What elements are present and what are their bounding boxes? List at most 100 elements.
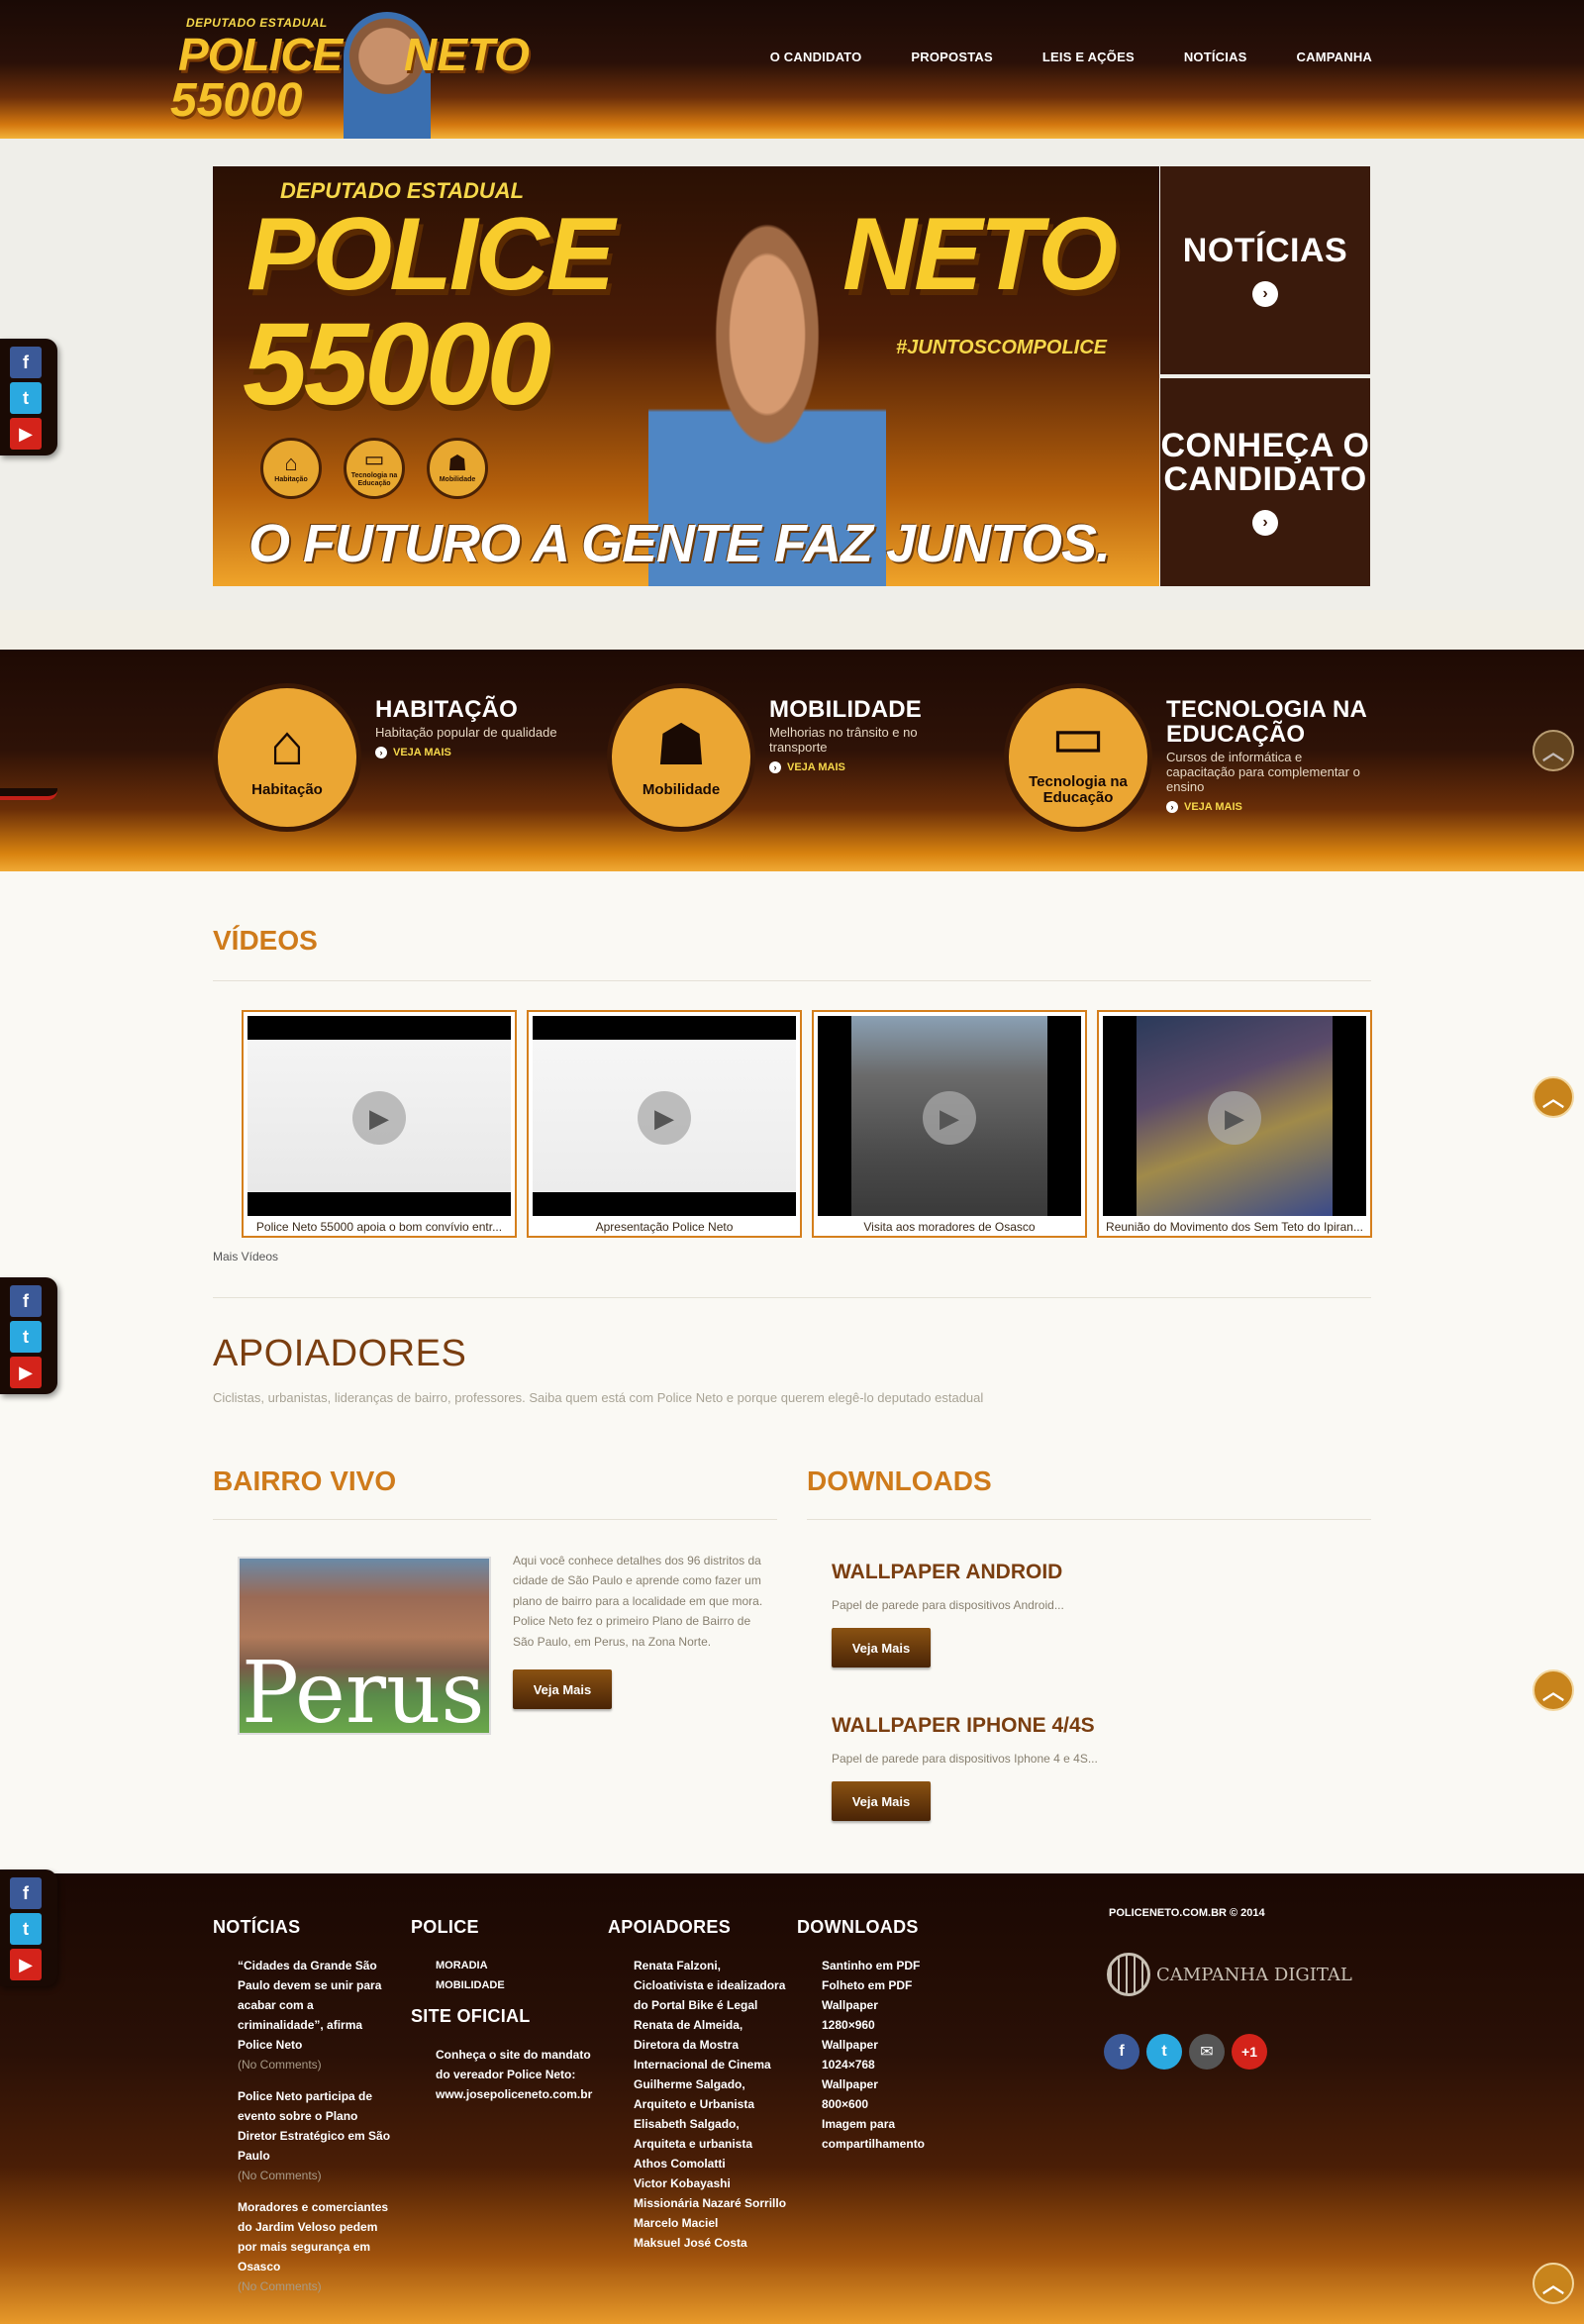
play-icon[interactable]: ▶ — [923, 1091, 976, 1145]
supporter-line[interactable]: Missionária Nazaré Sorrillo — [634, 2193, 786, 2213]
twitter-icon[interactable]: t — [10, 1913, 42, 1945]
footer-site-text[interactable]: Conheça o site do mandato do vereador Po… — [436, 2045, 594, 2104]
facebook-icon[interactable]: f — [10, 1285, 42, 1317]
hero-icon-habitacao: ⌂ Habitação — [260, 438, 322, 499]
feature-circle[interactable]: ▭ Tecnologia na Educação — [1004, 683, 1152, 832]
supporter-line[interactable]: Renata de Almeida, — [634, 2015, 786, 2035]
download-link[interactable]: 800×600 — [822, 2094, 925, 2114]
play-icon[interactable]: ▶ — [1208, 1091, 1261, 1145]
bairro-image[interactable]: Perus — [238, 1557, 491, 1735]
supporter-line[interactable]: Diretora da Mostra — [634, 2035, 786, 2055]
house-icon: ⌂ — [269, 712, 305, 777]
footer-news-item[interactable]: Police Neto participa de evento sobre o … — [238, 2086, 396, 2185]
footer-news-list: “Cidades da Grande São Paulo devem se un… — [238, 1956, 396, 2308]
video-card[interactable]: ▶ Reunião do Movimento dos Sem Teto do I… — [1097, 1010, 1372, 1238]
divider — [213, 980, 1371, 981]
supporter-line[interactable]: Arquiteto e Urbanista — [634, 2094, 786, 2114]
footer-link-moradia[interactable]: MORADIA — [436, 1956, 505, 1975]
footer-title-apoiadores: APOIADORES — [608, 1917, 732, 1937]
feature-circle[interactable]: ⌂ Habitação — [213, 683, 361, 832]
facebook-icon[interactable]: f — [1104, 2034, 1139, 2070]
video-card[interactable]: ▶ Visita aos moradores de Osasco — [812, 1010, 1087, 1238]
supporter-line[interactable]: Elisabeth Salgado, — [634, 2114, 786, 2134]
feature-desc: Habitação popular de qualidade — [375, 725, 557, 741]
supporter-line[interactable]: Renata Falzoni, — [634, 1956, 786, 1975]
arrow-right-icon[interactable]: › — [1252, 510, 1278, 536]
nav-campanha[interactable]: CAMPANHA — [1297, 50, 1372, 64]
download-link[interactable]: Wallpaper — [822, 1995, 925, 2015]
computer-icon: ▭ — [363, 447, 385, 472]
footer-link-mobilidade[interactable]: MOBILIDADE — [436, 1975, 505, 1995]
news-comments: (No Comments) — [238, 2058, 322, 2071]
supporter-line[interactable]: Internacional de Cinema — [634, 2055, 786, 2074]
section-title-bairro-vivo: BAIRRO VIVO — [213, 1465, 397, 1496]
youtube-icon[interactable]: ▶ — [10, 1357, 42, 1388]
footer-news-item[interactable]: Moradores e comerciantes do Jardim Velos… — [238, 2197, 396, 2296]
twitter-icon[interactable]: t — [1146, 2034, 1182, 2070]
supporter-line[interactable]: Victor Kobayashi — [634, 2173, 786, 2193]
download-link[interactable]: Wallpaper — [822, 2035, 925, 2055]
youtube-icon[interactable]: ▶ — [10, 1949, 42, 1980]
nav-propostas[interactable]: PROPOSTAS — [911, 50, 992, 64]
youtube-icon[interactable]: ▶ — [10, 418, 42, 450]
supporter-line[interactable]: Marcelo Maciel — [634, 2213, 786, 2233]
feature-circle[interactable]: ☗ Mobilidade — [607, 683, 755, 832]
download-link[interactable]: Wallpaper — [822, 2074, 925, 2094]
supporter-line[interactable]: Maksuel José Costa — [634, 2233, 786, 2253]
supporter-line[interactable]: Athos Comolatti — [634, 2154, 786, 2173]
nav-o-candidato[interactable]: O CANDIDATO — [770, 50, 862, 64]
link-label: VEJA MAIS — [787, 761, 845, 774]
scroll-top-icon[interactable]: ︿ — [1533, 2263, 1574, 2304]
mini-label: Mobilidade — [439, 476, 476, 484]
download-link[interactable]: compartilhamento — [822, 2134, 925, 2154]
facebook-icon[interactable]: f — [10, 347, 42, 378]
twitter-icon[interactable]: t — [10, 1321, 42, 1353]
download-link[interactable]: Santinho em PDF — [822, 1956, 925, 1975]
scroll-top-icon[interactable]: ︿ — [1533, 1669, 1574, 1711]
bairro-image-word: Perus — [242, 1644, 485, 1735]
feature-title: TECNOLOGIA NA EDUCAÇÃO — [1166, 696, 1367, 749]
footer-news-item[interactable]: “Cidades da Grande São Paulo devem se un… — [238, 1956, 396, 2074]
play-icon[interactable]: ▶ — [352, 1091, 406, 1145]
video-card[interactable]: ▶ Apresentação Police Neto — [527, 1010, 802, 1238]
download-link[interactable]: 1280×960 — [822, 2015, 925, 2035]
news-text: “Cidades da Grande São Paulo devem se un… — [238, 1959, 382, 2052]
supporter-line[interactable]: Arquiteta e urbanista — [634, 2134, 786, 2154]
feature-desc: Melhorias no trânsito e no transporte — [769, 725, 918, 756]
supporter-line[interactable]: Cicloativista e idealizadora — [634, 1975, 786, 1995]
hero-banner[interactable]: DEPUTADO ESTADUAL POLICE NETO 55000 #JUN… — [213, 166, 1159, 586]
video-card[interactable]: ▶ Police Neto 55000 apoia o bom convívio… — [242, 1010, 517, 1238]
video-caption: Visita aos moradores de Osasco — [863, 1220, 1036, 1234]
download-link[interactable]: Imagem para — [822, 2114, 925, 2134]
mini-label: Habitação — [274, 476, 308, 484]
veja-mais-link[interactable]: › VEJA MAIS — [769, 761, 977, 774]
main-nav: O CANDIDATO PROPOSTAS LEIS E AÇÕES NOTÍC… — [770, 50, 1372, 64]
google-plus-icon[interactable]: +1 — [1232, 2034, 1267, 2070]
divider — [213, 1297, 1371, 1298]
play-icon[interactable]: ▶ — [638, 1091, 691, 1145]
panel-noticias[interactable]: NOTÍCIAS › — [1160, 166, 1370, 374]
site-logo[interactable]: DEPUTADO ESTADUAL POLICE NETO 55000 — [170, 12, 546, 139]
hero-side-panels: NOTÍCIAS › CONHEÇA O CANDIDATO › — [1160, 166, 1370, 586]
email-icon[interactable]: ✉ — [1189, 2034, 1225, 2070]
bairro-veja-mais-button[interactable]: Veja Mais — [513, 1669, 612, 1709]
supporter-line[interactable]: Guilherme Salgado, — [634, 2074, 786, 2094]
panel-conheca-candidato[interactable]: CONHEÇA O CANDIDATO › — [1160, 378, 1370, 586]
mais-videos-link[interactable]: Mais Vídeos — [213, 1250, 278, 1263]
campanha-digital-logo[interactable]: CAMPANHA DIGITAL — [1107, 1951, 1364, 1998]
scroll-top-icon[interactable]: ︿ — [1533, 730, 1574, 771]
twitter-icon[interactable]: t — [10, 382, 42, 414]
facebook-icon[interactable]: f — [10, 1877, 42, 1909]
arrow-right-icon[interactable]: › — [1252, 281, 1278, 307]
share-buttons: f t ✉ +1 — [1104, 2034, 1267, 2070]
nav-noticias[interactable]: NOTÍCIAS — [1184, 50, 1247, 64]
veja-mais-link[interactable]: › VEJA MAIS — [375, 747, 583, 759]
scroll-top-icon[interactable]: ︿ — [1533, 1076, 1574, 1118]
supporter-line[interactable]: do Portal Bike é Legal — [634, 1995, 786, 2015]
download-veja-mais-button[interactable]: Veja Mais — [832, 1628, 931, 1667]
nav-leis-e-acoes[interactable]: LEIS E AÇÕES — [1042, 50, 1135, 64]
download-link[interactable]: 1024×768 — [822, 2055, 925, 2074]
download-veja-mais-button[interactable]: Veja Mais — [832, 1781, 931, 1821]
veja-mais-link[interactable]: › VEJA MAIS — [1166, 801, 1374, 814]
download-link[interactable]: Folheto em PDF — [822, 1975, 925, 1995]
